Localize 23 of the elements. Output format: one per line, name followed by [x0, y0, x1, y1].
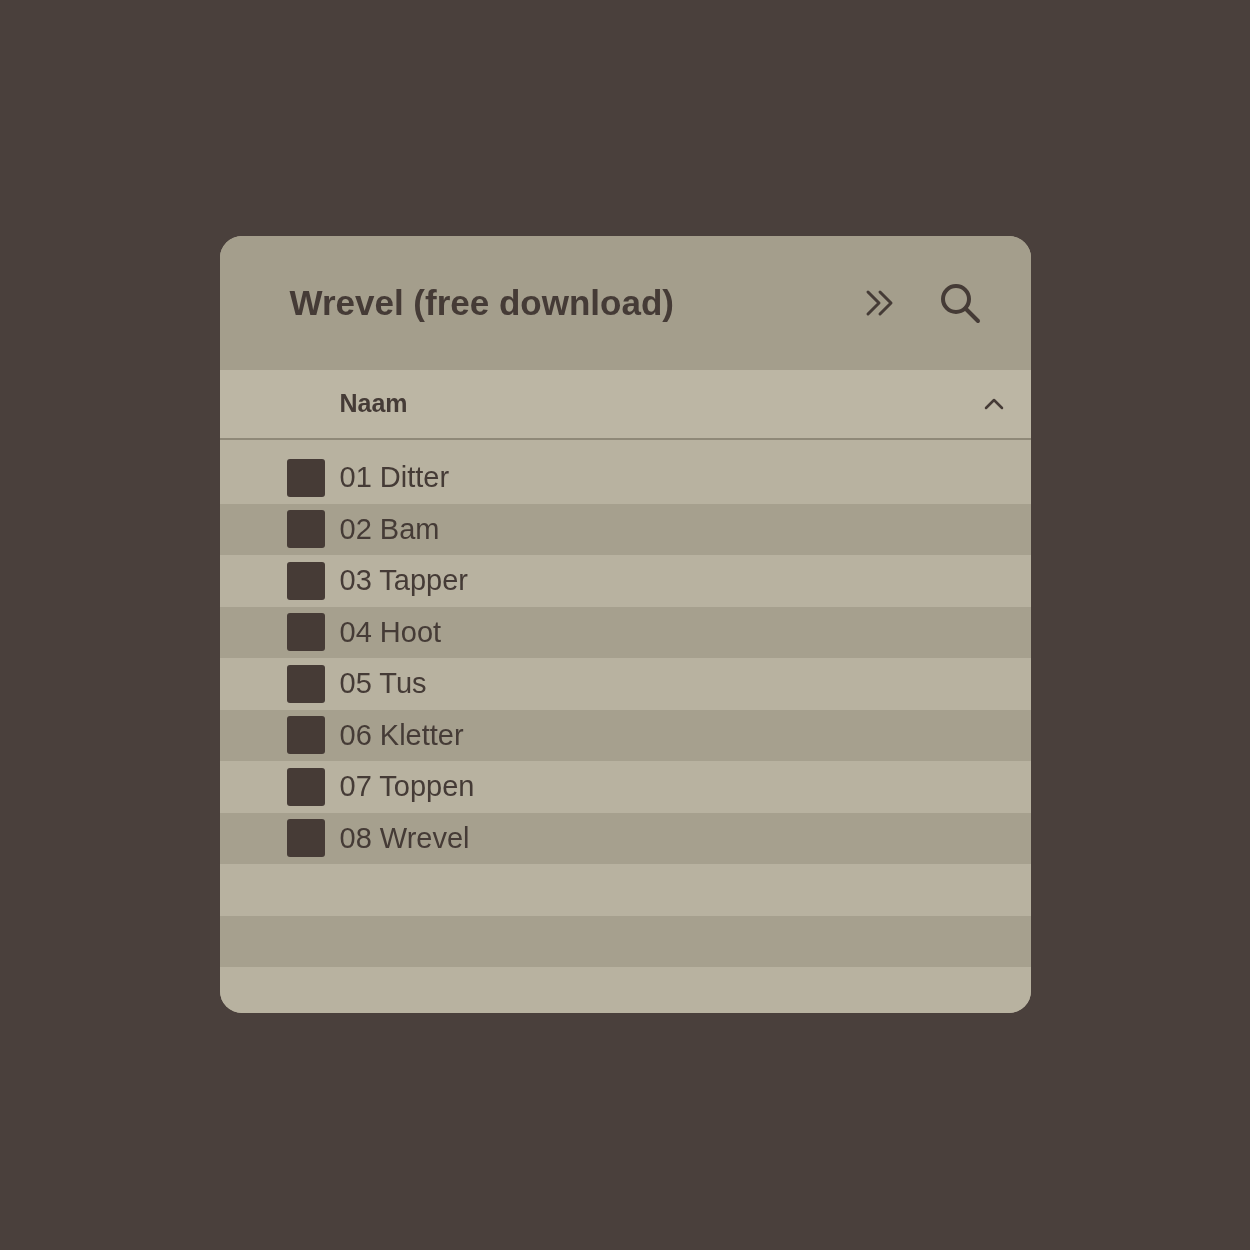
file-row[interactable]: 02 Bam — [219, 503, 1031, 555]
file-icon — [286, 510, 325, 549]
file-row[interactable]: 06 Kletter — [219, 709, 1031, 761]
file-name: 05 Tus — [339, 666, 427, 701]
file-icon — [286, 819, 325, 858]
file-icon — [286, 613, 325, 652]
file-icon — [286, 561, 325, 600]
window-title: Wrevel (free download) — [289, 281, 675, 324]
file-icon — [286, 767, 325, 806]
file-icon — [286, 458, 325, 497]
file-name: 02 Bam — [339, 511, 440, 547]
file-name: 03 Tapper — [339, 563, 468, 598]
column-label: Naam — [339, 388, 409, 420]
file-icon — [286, 664, 325, 703]
file-name: 07 Toppen — [339, 769, 475, 804]
file-name: 04 Hoot — [339, 614, 442, 650]
file-name: 01 Ditter — [339, 460, 450, 495]
file-name: 06 Kletter — [339, 717, 464, 753]
file-row[interactable]: 04 Hoot — [219, 606, 1031, 658]
file-name: 08 Wrevel — [339, 820, 470, 856]
file-icon — [286, 716, 325, 755]
column-header[interactable]: Naam — [219, 370, 1031, 440]
file-row[interactable]: 08 Wrevel — [219, 812, 1031, 864]
